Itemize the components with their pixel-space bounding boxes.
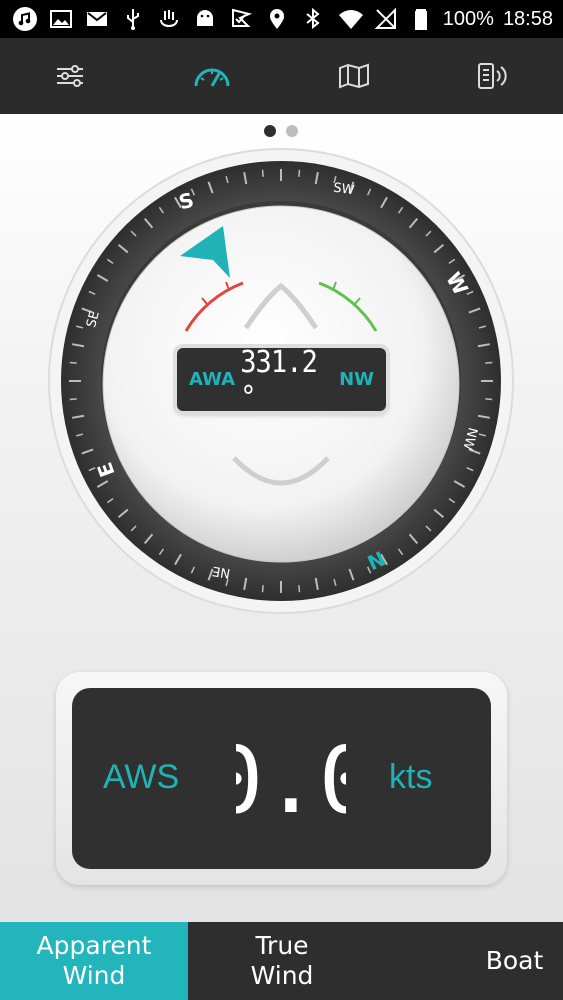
- settings-button[interactable]: [46, 52, 94, 100]
- aws-unit: kts: [389, 758, 433, 796]
- battery-percent: 100%: [442, 7, 494, 30]
- gesture-icon: [160, 10, 178, 27]
- aws-label: AWS: [103, 758, 180, 796]
- gauge-icon: [194, 68, 230, 87]
- usb-icon: [127, 9, 139, 30]
- check-flag-icon: [232, 8, 253, 27]
- clock: 18:58: [502, 7, 553, 30]
- tab-label-line1: Boat: [485, 946, 544, 975]
- compass-tick: [69, 361, 77, 364]
- tab-label-line1: True: [255, 931, 309, 960]
- battery-icon: [414, 9, 427, 30]
- status-bar: 100% 18:58: [0, 0, 563, 38]
- voice-button[interactable]: [468, 52, 516, 100]
- page-dot-2[interactable]: [286, 125, 298, 137]
- music-icon: [13, 7, 37, 31]
- compass-tick: [261, 169, 264, 177]
- compass-tick: [485, 361, 493, 364]
- voice-icon: [478, 63, 507, 89]
- dir-ne: NE: [211, 563, 231, 581]
- compass-tick: [69, 398, 77, 401]
- map-button[interactable]: [330, 52, 378, 100]
- aws-value-text: 0.0: [236, 738, 346, 818]
- tab-label-line2: Wind: [250, 961, 314, 990]
- top-toolbar: [0, 38, 563, 114]
- aws-value: 0.0: [236, 738, 346, 818]
- awa-direction: NW: [339, 369, 374, 390]
- gauge-button[interactable]: [188, 52, 236, 100]
- image-icon: [50, 10, 72, 28]
- tab-boat[interactable]: Boat: [376, 922, 563, 1000]
- android-icon: [197, 10, 213, 26]
- awa-display: AWA 331.2 ° NW: [177, 345, 386, 415]
- compass-tick: [298, 585, 301, 593]
- compass-tick: [261, 585, 264, 593]
- awa-label: AWA: [189, 369, 236, 390]
- awa-value: 331.2 °: [240, 344, 318, 415]
- gmail-icon: [87, 12, 107, 26]
- compass-tick: [298, 169, 301, 177]
- tab-true-wind[interactable]: True Wind: [188, 922, 376, 1000]
- compass-tick: [485, 398, 493, 401]
- bluetooth-icon: [306, 7, 320, 30]
- dir-sw: SW: [332, 181, 355, 199]
- tab-apparent-wind[interactable]: Apparent Wind: [0, 922, 188, 1000]
- no-signal-icon: [374, 7, 396, 29]
- wifi-icon: [338, 10, 363, 30]
- tab-label-line2: Wind: [62, 961, 126, 990]
- location-icon: [270, 9, 284, 29]
- map-icon: [339, 63, 369, 89]
- tab-label-line1: Apparent: [36, 931, 152, 960]
- settings-sliders-icon: [57, 65, 83, 87]
- page-indicator: [264, 125, 298, 137]
- page-dot-1[interactable]: [264, 125, 276, 137]
- bottom-tab-bar: Apparent Wind True Wind Boat: [0, 922, 563, 1000]
